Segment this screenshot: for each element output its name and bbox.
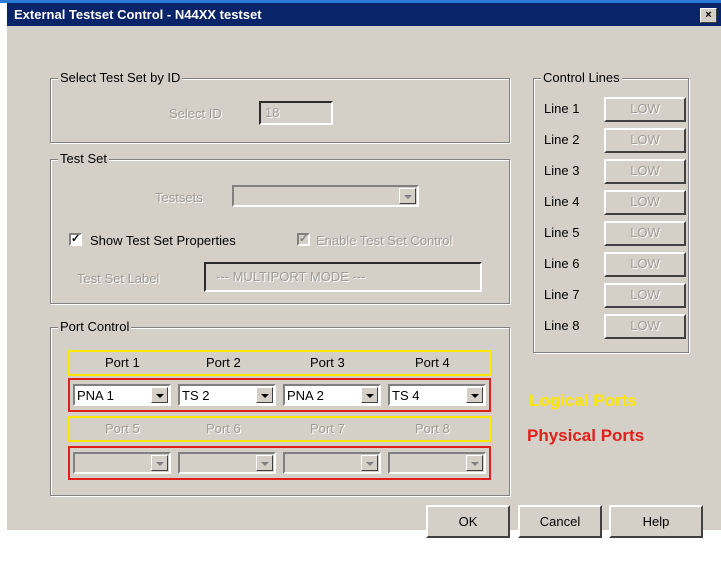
control-line-5-button[interactable]: LOW <box>604 221 686 246</box>
chevron-down-icon[interactable] <box>399 188 416 204</box>
logical-ports-row-bottom: Port 5 Port 6 Port 7 Port 8 <box>68 416 491 442</box>
select-by-id-group: Select Test Set by ID Select ID 18 <box>50 70 510 143</box>
physical-ports-row-top: PNA 1 TS 2 PNA 2 TS 4 <box>68 378 491 412</box>
port-1-value: PNA 1 <box>77 388 114 403</box>
title-bar: External Testset Control - N44XX testset… <box>7 3 721 26</box>
dialog-window: External Testset Control - N44XX testset… <box>7 3 721 538</box>
testsets-dropdown[interactable] <box>232 185 419 207</box>
logical-ports-row-top: Port 1 Port 2 Port 3 Port 4 <box>68 350 491 376</box>
port-6-dropdown[interactable] <box>178 452 276 474</box>
port-label: Port 2 <box>206 355 241 370</box>
show-properties-checkbox[interactable]: ✓ <box>69 233 82 246</box>
test-set-group: Test Set Testsets ✓ Show Test Set Proper… <box>50 151 510 304</box>
chevron-down-icon[interactable] <box>466 387 483 403</box>
control-line-8-button[interactable]: LOW <box>604 314 686 339</box>
test-set-label-caption: Test Set Label <box>77 271 160 286</box>
ok-button[interactable]: OK <box>426 505 510 538</box>
chevron-down-icon[interactable] <box>151 455 168 471</box>
test-set-legend: Test Set <box>58 151 109 166</box>
control-line-label: Line 4 <box>544 194 580 209</box>
port-3-dropdown[interactable]: PNA 2 <box>283 384 381 406</box>
show-properties-label: Show Test Set Properties <box>90 233 236 248</box>
select-by-id-legend: Select Test Set by ID <box>58 70 183 85</box>
control-line-4-button[interactable]: LOW <box>604 190 686 215</box>
port-3-value: PNA 2 <box>287 388 324 403</box>
testsets-label: Testsets <box>155 190 203 205</box>
physical-ports-row-bottom <box>68 446 491 480</box>
port-5-dropdown[interactable] <box>73 452 171 474</box>
port-control-legend: Port Control <box>58 319 132 334</box>
control-line-label: Line 7 <box>544 287 580 302</box>
chevron-down-icon[interactable] <box>256 387 273 403</box>
control-line-7-button[interactable]: LOW <box>604 283 686 308</box>
control-lines-group: Control Lines Line 1 LOW Line 2 LOW Line 3 LO… <box>533 70 689 353</box>
port-7-dropdown[interactable] <box>283 452 381 474</box>
port-label: Port 1 <box>105 355 140 370</box>
chevron-down-icon[interactable] <box>256 455 273 471</box>
control-line-1-button[interactable]: LOW <box>604 97 686 122</box>
control-line-label: Line 6 <box>544 256 580 271</box>
cancel-button[interactable]: Cancel <box>518 505 602 538</box>
port-8-dropdown[interactable] <box>388 452 486 474</box>
window-title: External Testset Control - N44XX testset <box>14 7 262 22</box>
chevron-down-icon[interactable] <box>361 455 378 471</box>
enable-control-label: Enable Test Set Control <box>316 233 453 248</box>
test-set-label-field[interactable]: --- MULTIPORT MODE --- <box>204 262 482 292</box>
help-button[interactable]: Help <box>609 505 703 538</box>
port-1-dropdown[interactable]: PNA 1 <box>73 384 171 406</box>
control-line-label: Line 5 <box>544 225 580 240</box>
enable-control-checkbox[interactable]: ✓ <box>297 233 310 246</box>
control-line-6-button[interactable]: LOW <box>604 252 686 277</box>
port-2-value: TS 2 <box>182 388 210 403</box>
control-line-3-button[interactable]: LOW <box>604 159 686 184</box>
select-id-label: Select ID <box>169 106 222 121</box>
control-line-label: Line 2 <box>544 132 580 147</box>
port-label: Port 4 <box>415 355 450 370</box>
port-label: Port 8 <box>415 421 450 436</box>
physical-ports-legend: Physical Ports <box>527 426 645 445</box>
port-control-group: Port Control Port 1 Port 2 Port 3 Port 4… <box>50 319 510 496</box>
control-line-label: Line 1 <box>544 101 580 116</box>
select-id-field[interactable]: 18 <box>259 101 333 125</box>
chevron-down-icon[interactable] <box>466 455 483 471</box>
chevron-down-icon[interactable] <box>361 387 378 403</box>
port-label: Port 3 <box>310 355 345 370</box>
logical-ports-legend: Logical Ports <box>529 391 637 410</box>
port-2-dropdown[interactable]: TS 2 <box>178 384 276 406</box>
close-button[interactable]: × <box>700 8 717 23</box>
port-label: Port 5 <box>105 421 140 436</box>
control-line-label: Line 8 <box>544 318 580 333</box>
control-lines-legend: Control Lines <box>541 70 622 85</box>
port-4-value: TS 4 <box>392 388 420 403</box>
control-line-label: Line 3 <box>544 163 580 178</box>
port-label: Port 6 <box>206 421 241 436</box>
port-4-dropdown[interactable]: TS 4 <box>388 384 486 406</box>
port-label: Port 7 <box>310 421 345 436</box>
control-line-2-button[interactable]: LOW <box>604 128 686 153</box>
chevron-down-icon[interactable] <box>151 387 168 403</box>
